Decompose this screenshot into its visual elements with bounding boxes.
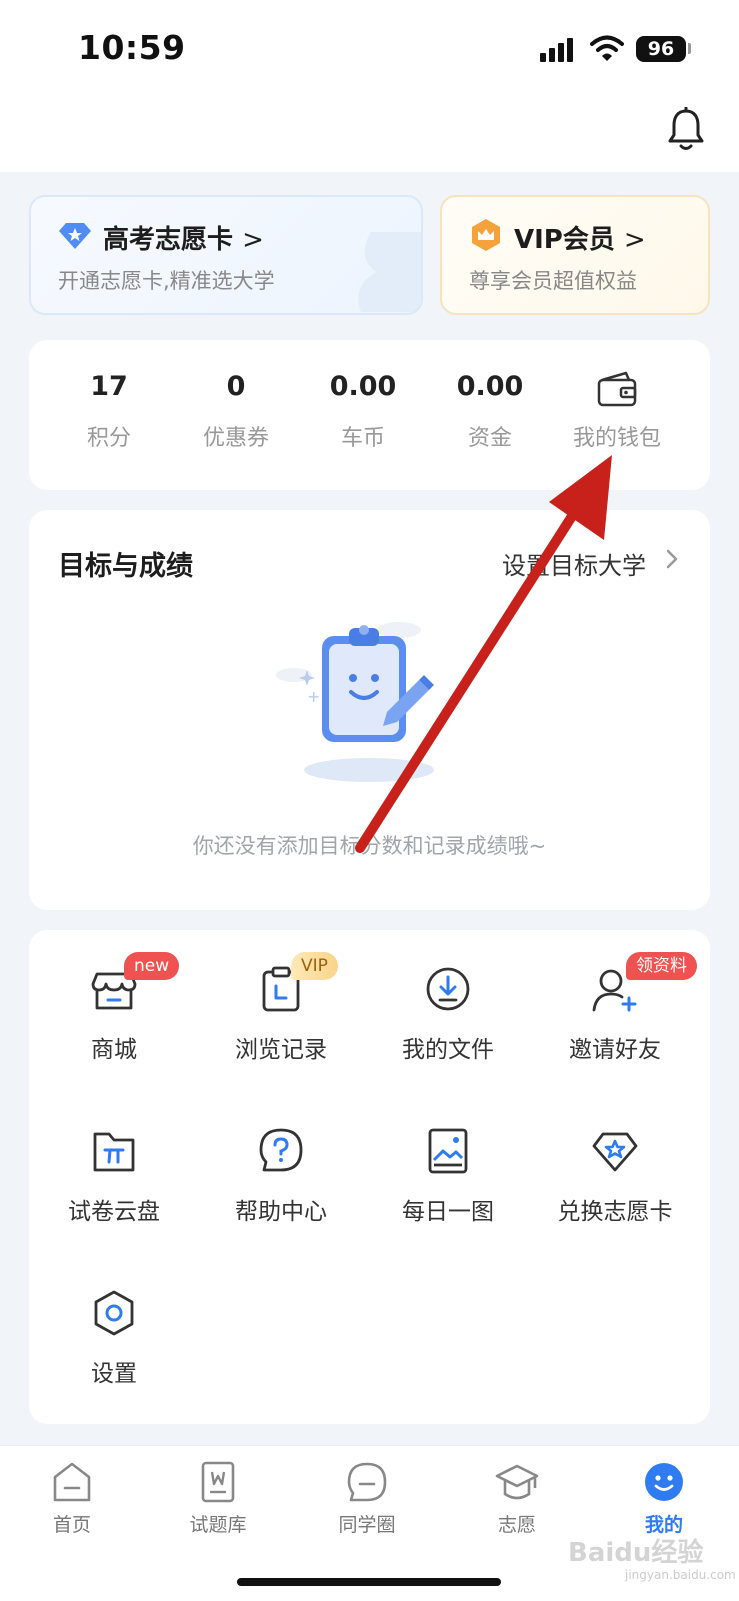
menu-item-my-files[interactable]: 我的文件 bbox=[363, 964, 533, 1064]
top-header bbox=[0, 100, 739, 172]
menu-item-daily-image[interactable]: 每日一图 bbox=[363, 1126, 533, 1226]
download-circle-icon bbox=[426, 967, 470, 1011]
notification-bell-icon[interactable] bbox=[666, 107, 706, 153]
menu-label: 兑换志愿卡 bbox=[557, 1199, 673, 1225]
menu-label: 每日一图 bbox=[402, 1199, 494, 1225]
menu-item-invite-friends[interactable]: 领资料 邀请好友 bbox=[530, 952, 700, 1064]
home-indicator bbox=[237, 1578, 501, 1586]
stat-label: 积分 bbox=[86, 426, 131, 451]
diamond-icon bbox=[59, 223, 91, 249]
free-materials-badge: 领资料 bbox=[626, 952, 697, 980]
goals-title: 目标与成绩 bbox=[58, 551, 193, 582]
battery-tip bbox=[688, 43, 691, 54]
svg-text:+: + bbox=[307, 687, 320, 706]
stat-label: 我的钱包 bbox=[572, 426, 661, 451]
wifi-icon bbox=[590, 35, 624, 61]
zhiyuan-card[interactable]: 高考志愿卡 > 开通志愿卡,精准选大学 bbox=[29, 195, 423, 315]
tab-question-bank[interactable]: 试题库 bbox=[158, 1460, 278, 1537]
baidu-watermark: Baidu经验 bbox=[568, 1538, 704, 1568]
status-time: 10:59 bbox=[78, 28, 186, 67]
stat-label: 优惠券 bbox=[202, 426, 269, 451]
decorative-shape-icon bbox=[358, 232, 421, 312]
question-bank-icon bbox=[201, 1461, 235, 1503]
account-stats-card: 17 积分 0 优惠券 0.00 车币 0.00 资金 我的钱包 bbox=[29, 340, 710, 490]
stat-coupons[interactable]: 0 优惠券 bbox=[176, 368, 296, 452]
new-badge: new bbox=[124, 952, 180, 980]
services-menu-card: new 商城 VIP 浏览记录 我的文件 领资料 邀请好友 试卷云盘 帮助中心 … bbox=[29, 930, 710, 1424]
folder-pi-icon bbox=[93, 1132, 135, 1172]
wallet-icon bbox=[597, 371, 637, 407]
zhiyuan-card-subtitle: 开通志愿卡,精准选大学 bbox=[58, 269, 275, 293]
menu-item-exam-cloud[interactable]: 试卷云盘 bbox=[29, 1126, 199, 1226]
vip-card-subtitle: 尊享会员超值权益 bbox=[469, 269, 637, 293]
vip-card-title: VIP会员 > bbox=[514, 225, 646, 255]
home-icon bbox=[53, 1462, 91, 1502]
set-target-university-link[interactable]: 设置目标大学 bbox=[502, 546, 646, 581]
menu-label: 商城 bbox=[91, 1037, 137, 1063]
baidu-watermark-url: jingyan.baidu.com bbox=[625, 1568, 736, 1582]
stat-wallet[interactable]: 我的钱包 bbox=[557, 368, 677, 452]
stat-points[interactable]: 17 积分 bbox=[49, 368, 169, 452]
image-icon bbox=[428, 1128, 468, 1174]
help-question-icon bbox=[259, 1128, 303, 1172]
battery-icon: 96 bbox=[636, 36, 686, 62]
stat-value: 0.00 bbox=[456, 371, 524, 402]
tab-home[interactable]: 首页 bbox=[12, 1460, 132, 1537]
menu-label: 帮助中心 bbox=[235, 1199, 327, 1225]
chevron-right-icon[interactable] bbox=[662, 546, 682, 572]
menu-item-help-center[interactable]: 帮助中心 bbox=[196, 1126, 366, 1226]
settings-hexagon-icon bbox=[94, 1290, 134, 1336]
tab-volunteer[interactable]: 志愿 bbox=[457, 1460, 577, 1537]
tab-mine[interactable]: 我的 bbox=[604, 1460, 724, 1537]
vip-card[interactable]: VIP会员 > 尊享会员超值权益 bbox=[440, 195, 710, 315]
tab-label: 首页 bbox=[52, 1514, 91, 1536]
menu-item-history[interactable]: VIP 浏览记录 bbox=[196, 952, 366, 1064]
menu-item-mall[interactable]: new 商城 bbox=[29, 952, 199, 1064]
crown-badge-icon bbox=[472, 219, 500, 251]
menu-label: 设置 bbox=[91, 1361, 137, 1387]
stat-label: 车币 bbox=[340, 426, 385, 451]
goals-card: 目标与成绩 设置目标大学 + 你还没有添加目标分数和记录成绩哦~ bbox=[29, 510, 710, 910]
tab-label: 志愿 bbox=[497, 1514, 536, 1536]
cellular-signal-icon bbox=[540, 38, 576, 62]
tab-label: 同学圈 bbox=[338, 1514, 396, 1536]
stat-funds[interactable]: 0.00 资金 bbox=[430, 368, 550, 452]
profile-face-icon bbox=[645, 1463, 683, 1501]
stat-value: 0 bbox=[226, 371, 246, 402]
chevron-right-icon: > bbox=[242, 225, 264, 255]
status-bar: 10:59 96 bbox=[0, 0, 739, 100]
stat-value: 17 bbox=[90, 371, 128, 402]
redeem-diamond-icon bbox=[592, 1132, 638, 1172]
graduation-cap-icon bbox=[495, 1464, 539, 1500]
menu-label: 浏览记录 bbox=[235, 1037, 327, 1063]
menu-label: 我的文件 bbox=[402, 1037, 494, 1063]
tab-label: 试题库 bbox=[189, 1514, 247, 1536]
menu-item-settings[interactable]: 设置 bbox=[29, 1288, 199, 1388]
tab-classmates[interactable]: 同学圈 bbox=[307, 1460, 427, 1537]
zhiyuan-card-title: 高考志愿卡 > bbox=[103, 225, 264, 255]
stat-car-coins[interactable]: 0.00 车币 bbox=[303, 368, 423, 452]
vip-badge: VIP bbox=[291, 952, 338, 980]
stat-value: 0.00 bbox=[329, 371, 397, 402]
clipboard-illustration-icon: + bbox=[276, 622, 434, 782]
menu-label: 邀请好友 bbox=[569, 1037, 661, 1063]
stat-label: 资金 bbox=[467, 426, 512, 451]
goals-empty-text: 你还没有添加目标分数和记录成绩哦~ bbox=[192, 834, 547, 858]
chat-bubble-icon bbox=[347, 1462, 387, 1502]
chevron-right-icon: > bbox=[623, 225, 646, 255]
menu-item-redeem-card[interactable]: 兑换志愿卡 bbox=[530, 1126, 700, 1226]
menu-label: 试卷云盘 bbox=[68, 1199, 160, 1225]
